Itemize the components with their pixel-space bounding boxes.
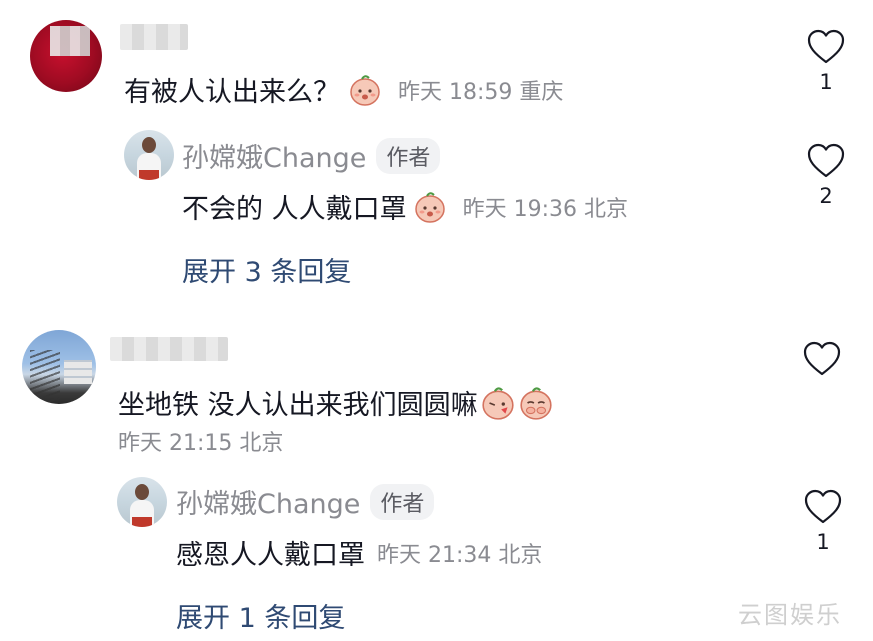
like-button[interactable]: 1 xyxy=(806,28,846,94)
commenter-name-blurred[interactable] xyxy=(110,337,228,361)
author-tag: 作者 xyxy=(370,483,435,520)
comment-meta: 昨天 21:15 北京 xyxy=(118,431,284,456)
peach-face-icon xyxy=(519,386,552,420)
reply-meta: 昨天 19:36 北京 xyxy=(462,196,628,222)
comment-body: 有被人认出来么？ 昨天 18:59 重庆 xyxy=(124,70,563,109)
comment-text: 有被人认出来么？ xyxy=(124,77,340,108)
comment-body: 坐地铁 没人认出来我们圆圆嘛 xyxy=(118,383,554,422)
heart-outline-icon xyxy=(804,489,842,524)
reply-text: 感恩人人戴口罩 xyxy=(176,540,365,571)
like-button[interactable]: 2 xyxy=(806,142,846,208)
author-avatar[interactable] xyxy=(117,477,167,527)
expand-replies-button[interactable]: 展开 3 条回复 xyxy=(182,250,351,289)
heart-outline-icon xyxy=(803,341,841,376)
author-avatar[interactable] xyxy=(124,130,174,180)
comment-text: 坐地铁 没人认出来我们圆圆嘛 xyxy=(118,390,478,421)
watermark: 云图娱乐 xyxy=(738,601,842,629)
commenter-avatar[interactable] xyxy=(30,20,102,92)
author-tag: 作者 xyxy=(376,137,441,174)
like-count: 2 xyxy=(819,184,833,208)
peach-face-icon xyxy=(350,74,380,106)
peach-face-icon xyxy=(414,191,445,223)
like-button[interactable] xyxy=(802,340,842,382)
peach-face-icon xyxy=(481,386,514,420)
commenter-name-blurred[interactable] xyxy=(120,24,188,50)
like-count: 1 xyxy=(816,530,830,554)
like-button[interactable]: 1 xyxy=(803,488,843,554)
reply-text: 不会的 人人戴口罩 xyxy=(182,194,407,225)
commenter-avatar[interactable] xyxy=(22,330,96,404)
expand-replies-button[interactable]: 展开 1 条回复 xyxy=(176,596,345,635)
author-name[interactable]: 孙嫦娥Change xyxy=(176,482,360,521)
author-name[interactable]: 孙嫦娥Change xyxy=(182,136,366,175)
heart-outline-icon xyxy=(807,29,845,64)
reply-body: 感恩人人戴口罩 昨天 21:34 北京 xyxy=(176,533,542,572)
like-count: 1 xyxy=(819,70,833,94)
heart-outline-icon xyxy=(807,143,845,178)
reply-meta: 昨天 21:34 北京 xyxy=(377,542,543,568)
comment-meta: 昨天 18:59 重庆 xyxy=(398,79,564,105)
reply-body: 不会的 人人戴口罩 昨天 19:36 北京 xyxy=(182,187,628,226)
